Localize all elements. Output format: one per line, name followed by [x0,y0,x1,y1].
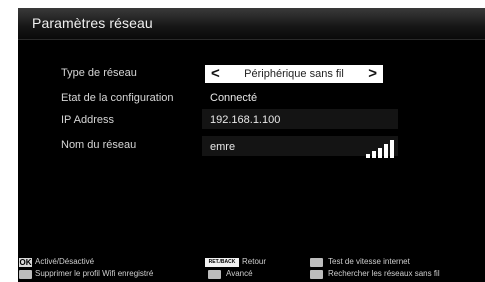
network-name-value: emre [210,141,236,153]
ok-button[interactable]: OK [19,258,32,267]
config-status-value: Connecté [210,92,258,104]
ip-address-value: 192.168.1.100 [210,114,281,126]
advanced-key-icon[interactable] [208,270,221,279]
title-bar: Paramètres réseau [18,8,485,40]
chevron-left-icon[interactable]: < [211,65,220,83]
wifi-signal-icon [366,140,396,158]
network-type-selector[interactable]: < Périphérique sans fil > [205,65,383,83]
page-title: Paramètres réseau [32,15,153,31]
network-settings-panel: Paramètres réseau Type de réseau < Périp… [18,8,485,282]
speed-test-key-icon[interactable] [310,258,323,267]
delete-profile-hint-label: Supprimer le profil Wifi enregistré [35,269,154,278]
ok-hint-label: Activé/Désactivé [35,257,95,266]
ip-address-label: IP Address [61,114,114,126]
advanced-hint-label: Avancé [226,269,253,278]
scan-networks-key-icon[interactable] [310,270,323,279]
scan-networks-hint-label: Rechercher les réseaux sans fil [328,269,440,278]
key-hints-footer: OK Activé/Désactivé RET./BACK Retour Tes… [18,256,485,282]
chevron-right-icon[interactable]: > [368,65,377,83]
delete-profile-key-icon[interactable] [19,270,32,279]
speed-test-hint-label: Test de vitesse internet [328,257,410,266]
config-status-label: Etat de la configuration [61,92,174,104]
network-type-value: Périphérique sans fil [244,68,344,80]
return-hint-label: Retour [242,257,267,266]
return-button[interactable]: RET./BACK [205,258,239,267]
network-name-label: Nom du réseau [61,139,137,151]
network-type-label: Type de réseau [61,67,137,79]
